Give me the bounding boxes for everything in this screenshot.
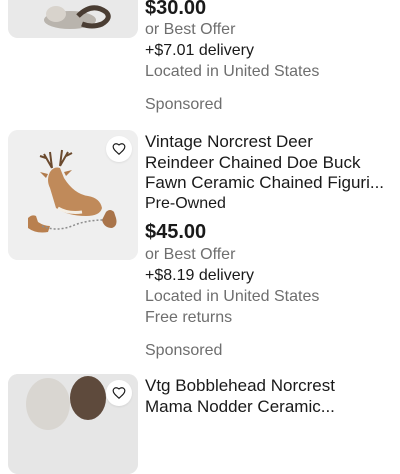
item-location: Located in United States [145, 63, 320, 80]
watch-button[interactable] [106, 136, 132, 162]
sponsored-label: Sponsored [145, 96, 223, 113]
delivery-cost: +$8.19 delivery [145, 266, 254, 284]
title-line: Vtg Bobblehead Norcrest [145, 376, 335, 395]
listing-thumbnail[interactable] [8, 0, 138, 38]
heart-icon [112, 387, 126, 400]
listing-price: $45.00 [145, 220, 207, 243]
listing-thumbnail[interactable] [8, 374, 138, 474]
sponsored-label: Sponsored [145, 342, 223, 359]
item-condition: Pre-Owned [145, 194, 226, 212]
title-line: Fawn Ceramic Chained Figuri... [145, 173, 385, 192]
listing-thumbnail[interactable] [8, 130, 138, 260]
listing-price: $30.00 [145, 0, 207, 19]
title-line: Vintage Norcrest Deer [145, 132, 313, 151]
best-offer-label: or Best Offer [145, 245, 236, 263]
best-offer-label: or Best Offer [145, 21, 236, 38]
heart-icon [112, 143, 126, 156]
listing-details: Vtg Bobblehead Norcrest Mama Nodder Cera… [145, 376, 395, 417]
listing-details: Vintage Norcrest Deer Reindeer Chained D… [145, 132, 395, 328]
figurine-image [8, 0, 138, 38]
listing-title[interactable]: Vtg Bobblehead Norcrest Mama Nodder Cera… [145, 376, 395, 417]
free-returns-label: Free returns [145, 308, 233, 326]
delivery-cost: +$7.01 delivery [145, 42, 254, 59]
watch-button[interactable] [106, 380, 132, 406]
listing-details: $30.00 or Best Offer +$7.01 delivery Loc… [145, 0, 395, 82]
title-line: Reindeer Chained Doe Buck [145, 152, 361, 172]
listing-title[interactable]: Vintage Norcrest Deer Reindeer Chained D… [145, 132, 395, 194]
item-location: Located in United States [145, 287, 320, 305]
